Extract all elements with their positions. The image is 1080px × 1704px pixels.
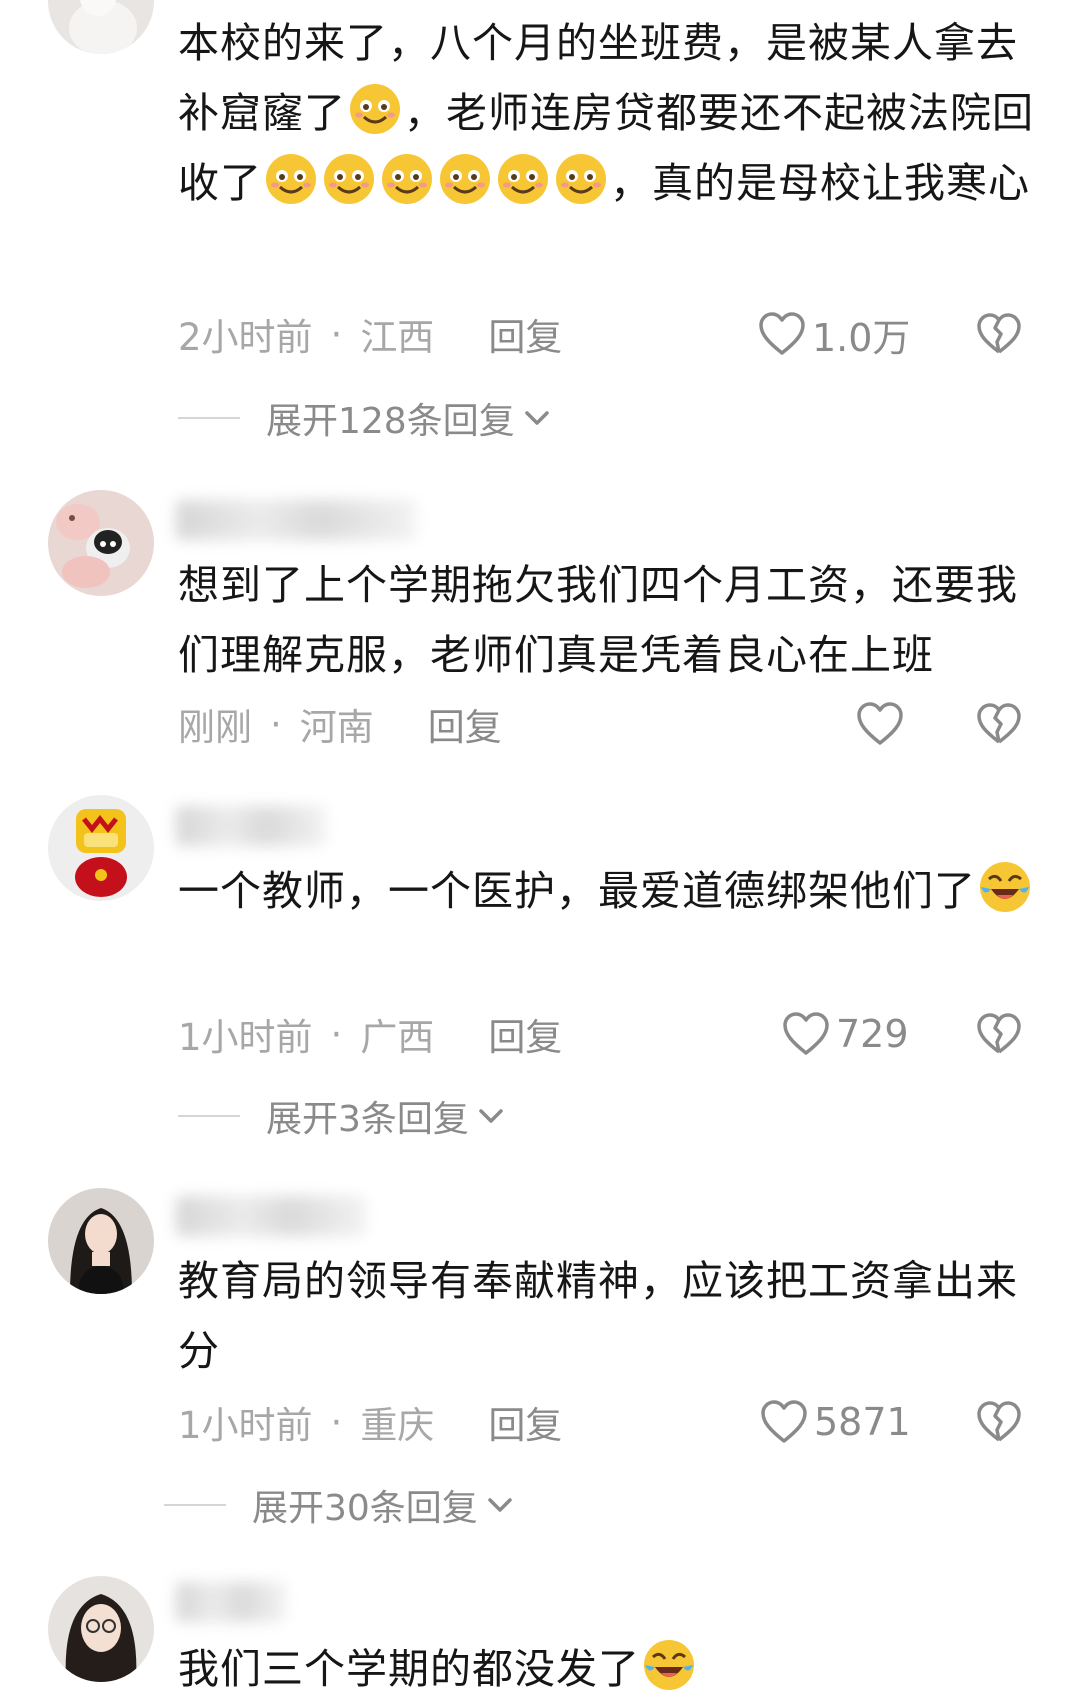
comment-time: 刚刚 [178, 706, 252, 749]
like-count: 1.0万 [812, 315, 911, 360]
expand-replies-button[interactable]: 展开3条回复 [178, 1091, 505, 1141]
heart-icon [783, 1012, 829, 1055]
heart-icon [761, 1400, 807, 1443]
chevron-down-icon [479, 1109, 503, 1123]
comment-location: 重庆 [360, 1404, 435, 1447]
like-button[interactable]: 5871 [760, 1394, 911, 1450]
broken-heart-icon[interactable] [976, 1011, 1022, 1057]
like-button[interactable]: 729 [782, 1006, 909, 1062]
comment-meta: 1小时前 · 重庆 回复 [178, 1394, 562, 1450]
divider-line [178, 1115, 240, 1117]
expand-label: 展开3条回复 [266, 1099, 469, 1140]
divider-line [178, 417, 240, 419]
broken-heart-icon[interactable] [976, 701, 1022, 747]
laugh-cry-emoji-icon [641, 1637, 697, 1693]
username-redacted[interactable] [176, 1582, 286, 1622]
chevron-down-icon [488, 1498, 512, 1512]
reply-button[interactable]: 回复 [488, 307, 562, 361]
avatar[interactable] [48, 0, 154, 54]
comment-time: 2小时前 [178, 316, 313, 359]
comment-meta: 刚刚 · 河南 回复 [178, 696, 502, 752]
smile-emoji-icon [347, 81, 403, 137]
comment-text: 我们三个学期的都没发了 [178, 1634, 1038, 1704]
comment-meta: 2小时前 · 江西 回复 [178, 306, 562, 362]
avatar[interactable] [48, 1188, 154, 1294]
meta-separator: · [330, 1012, 343, 1056]
comment-location: 江西 [360, 316, 435, 359]
meta-separator: · [330, 1400, 343, 1444]
comment-time: 1小时前 [178, 1016, 313, 1059]
smile-emoji-icon [495, 151, 551, 207]
comment-text: 本校的来了，八个月的坐班费，是被某人拿去补窟窿了 ，老师连房贷都要还不起被法院回收… [178, 19, 1034, 207]
heart-icon [759, 312, 805, 355]
expand-label: 展开128条回复 [266, 401, 515, 442]
avatar[interactable] [48, 1576, 154, 1682]
meta-separator: · [330, 312, 343, 356]
comment-location: 广西 [360, 1016, 435, 1059]
smile-emoji-icon [553, 151, 609, 207]
divider-line [164, 1504, 226, 1506]
broken-heart-icon[interactable] [976, 1399, 1022, 1445]
comment-text: 教育局的领导有奉献精神，应该把工资拿出来分 [178, 1257, 1018, 1375]
meta-separator: · [270, 702, 282, 746]
comment-location: 河南 [299, 706, 374, 749]
comment-text: 想到了上个学期拖欠我们四个月工资，还要我们理解克服，老师们真是凭着良心在上班 [178, 561, 1018, 679]
avatar[interactable] [48, 490, 154, 596]
smile-emoji-icon [437, 151, 493, 207]
reply-button[interactable]: 回复 [428, 697, 502, 751]
comment-text: 一个教师，一个医护，最爱道德绑架他们了 [178, 856, 1038, 926]
broken-heart-icon[interactable] [976, 311, 1022, 357]
comment-time: 1小时前 [178, 1404, 313, 1447]
heart-icon [857, 702, 903, 745]
like-button[interactable]: 1.0万 [758, 306, 910, 362]
expand-replies-button[interactable]: 展开30条回复 [164, 1480, 514, 1530]
username-redacted[interactable] [176, 1196, 366, 1236]
chevron-down-icon [524, 411, 549, 425]
smile-emoji-icon [321, 151, 377, 207]
reply-button[interactable]: 回复 [488, 1007, 562, 1061]
avatar[interactable] [48, 795, 154, 901]
like-count: 5871 [814, 1400, 911, 1444]
reply-button[interactable]: 回复 [488, 1395, 562, 1449]
like-button[interactable] [856, 696, 910, 752]
username-redacted[interactable] [176, 500, 416, 540]
like-count: 729 [836, 1012, 909, 1056]
comment-meta: 1小时前 · 广西 回复 [178, 1006, 562, 1062]
username-redacted[interactable] [176, 806, 326, 846]
laugh-cry-emoji-icon [977, 859, 1033, 915]
expand-replies-button[interactable]: 展开128条回复 [178, 393, 551, 443]
smile-emoji-icon [263, 151, 319, 207]
expand-label: 展开30条回复 [252, 1488, 478, 1529]
smile-emoji-icon [379, 151, 435, 207]
